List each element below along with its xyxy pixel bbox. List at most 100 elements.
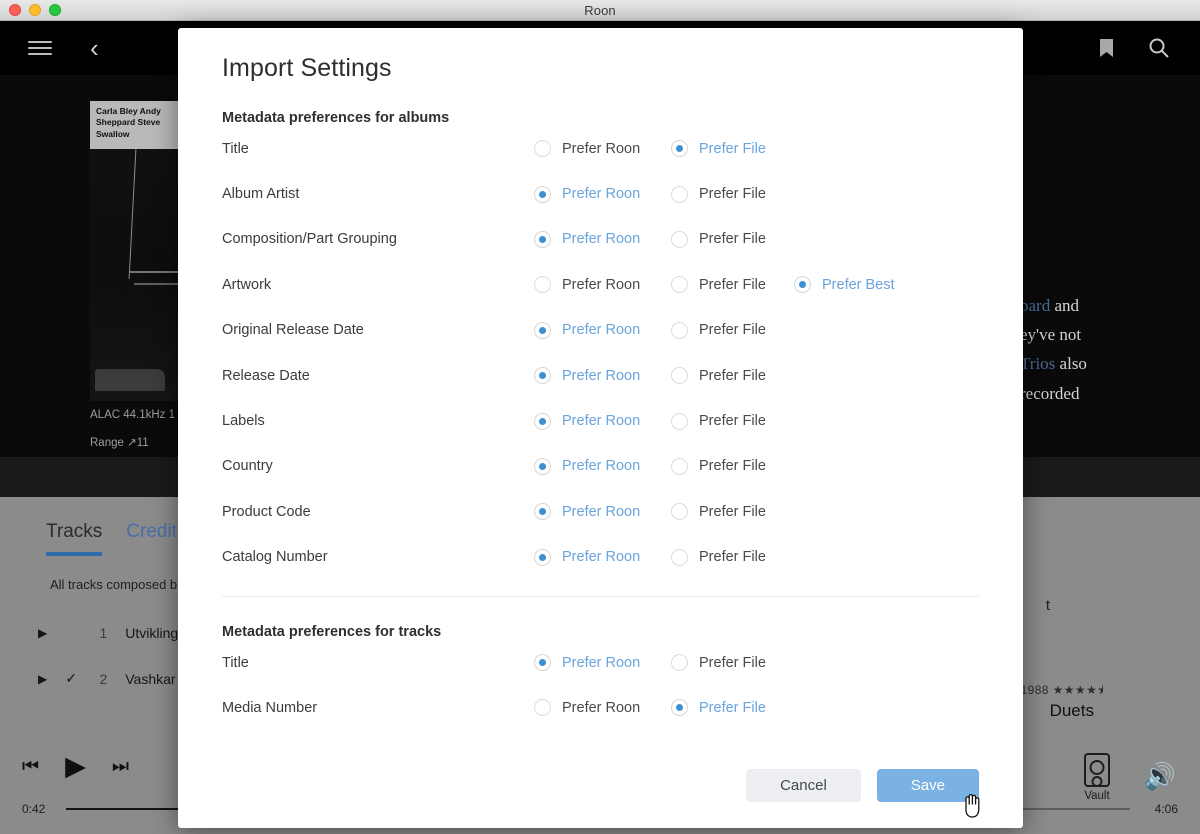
radio-option-label: Prefer File — [699, 367, 766, 384]
preference-label: Country — [222, 458, 273, 475]
radio-selected-icon[interactable] — [671, 699, 688, 717]
radio-unselected-icon[interactable] — [671, 412, 688, 430]
preference-row: Original Release Date Prefer Roon Prefer F… — [222, 308, 979, 353]
radio-unselected-icon[interactable] — [671, 230, 688, 248]
preference-row: Catalog Number Prefer Roon Prefer File — [222, 535, 979, 580]
preference-choices: Prefer Roon Prefer File — [534, 699, 794, 717]
radio-unselected-icon[interactable] — [671, 321, 688, 339]
radio-selected-icon[interactable] — [534, 457, 551, 475]
radio-option[interactable]: Prefer Roon — [534, 321, 671, 339]
radio-option[interactable]: Prefer File — [671, 321, 794, 339]
preference-label: Product Code — [222, 503, 311, 520]
radio-option[interactable]: Prefer File — [671, 367, 794, 385]
radio-unselected-icon[interactable] — [534, 276, 551, 294]
radio-selected-icon[interactable] — [534, 548, 551, 566]
preference-choices: Prefer Roon Prefer File — [534, 140, 794, 158]
radio-option[interactable]: Prefer Roon — [534, 457, 671, 475]
radio-option[interactable]: Prefer Roon — [534, 140, 671, 158]
radio-unselected-icon[interactable] — [671, 548, 688, 566]
radio-option-label: Prefer Roon — [562, 231, 641, 248]
dialog-footer: Cancel Save — [178, 769, 1023, 828]
radio-selected-icon[interactable] — [534, 412, 551, 430]
radio-option[interactable]: Prefer File — [671, 412, 794, 430]
radio-option[interactable]: Prefer File — [671, 230, 794, 248]
preference-label: Title — [222, 654, 249, 671]
radio-selected-icon[interactable] — [534, 654, 551, 672]
save-button[interactable]: Save — [876, 769, 979, 802]
preference-row: Country Prefer Roon Prefer File — [222, 444, 979, 489]
radio-selected-icon[interactable] — [534, 321, 551, 339]
radio-unselected-icon[interactable] — [534, 699, 551, 717]
cancel-button[interactable]: Cancel — [746, 769, 861, 802]
radio-option[interactable]: Prefer Roon — [534, 185, 671, 203]
radio-option[interactable]: Prefer Roon — [534, 412, 671, 430]
radio-option[interactable]: Prefer Roon — [534, 230, 671, 248]
radio-unselected-icon[interactable] — [671, 457, 688, 475]
radio-selected-icon[interactable] — [534, 230, 551, 248]
preference-label: Media Number — [222, 699, 318, 716]
radio-option[interactable]: Prefer Roon — [534, 654, 671, 672]
radio-option-label: Prefer File — [699, 458, 766, 475]
radio-option[interactable]: Prefer File — [671, 699, 794, 717]
preference-label: Artwork — [222, 276, 272, 293]
preference-label: Title — [222, 140, 249, 157]
preference-choices: Prefer Roon Prefer File Prefer Best — [534, 276, 917, 294]
preference-choices: Prefer Roon Prefer File — [534, 654, 794, 672]
app-window: Roon ‹ Carla Bley Andy Sheppard Steve Sw… — [0, 0, 1200, 834]
preference-row: Release Date Prefer Roon Prefer File — [222, 353, 979, 398]
tracks-section-title: Metadata preferences for tracks — [222, 623, 442, 640]
preference-row: Composition/Part Grouping Prefer Roon Pref… — [222, 217, 979, 262]
radio-option[interactable]: Prefer Roon — [534, 367, 671, 385]
radio-option-label: Prefer Roon — [562, 413, 641, 430]
radio-option-label: Prefer Roon — [562, 140, 641, 157]
radio-option-label: Prefer Best — [822, 276, 895, 293]
radio-unselected-icon[interactable] — [671, 503, 688, 521]
radio-option[interactable]: Prefer File — [671, 276, 794, 294]
radio-selected-icon[interactable] — [534, 185, 551, 203]
radio-option-label: Prefer File — [699, 322, 766, 339]
track-preferences-list: Title Prefer Roon Prefer File Media Number P… — [222, 640, 979, 731]
preference-choices: Prefer Roon Prefer File — [534, 230, 794, 248]
radio-option-label: Prefer File — [699, 654, 766, 671]
radio-option[interactable]: Prefer File — [671, 548, 794, 566]
preference-choices: Prefer Roon Prefer File — [534, 548, 794, 566]
preference-row: Album Artist Prefer Roon Prefer File — [222, 171, 979, 216]
preference-label: Original Release Date — [222, 322, 364, 339]
radio-selected-icon[interactable] — [671, 140, 688, 158]
radio-option[interactable]: Prefer Roon — [534, 276, 671, 294]
preference-label: Release Date — [222, 367, 310, 384]
radio-option[interactable]: Prefer Roon — [534, 699, 671, 717]
page-title: Import Settings — [222, 54, 392, 82]
radio-option[interactable]: Prefer Roon — [534, 548, 671, 566]
radio-option[interactable]: Prefer File — [671, 457, 794, 475]
radio-option-label: Prefer Roon — [562, 367, 641, 384]
dialog-body: Import Settings Metadata preferences for… — [178, 28, 1023, 769]
radio-option-label: Prefer Roon — [562, 186, 641, 203]
radio-selected-icon[interactable] — [534, 367, 551, 385]
radio-selected-icon[interactable] — [794, 276, 811, 294]
radio-unselected-icon[interactable] — [671, 367, 688, 385]
preference-label: Labels — [222, 413, 265, 430]
radio-unselected-icon[interactable] — [534, 140, 551, 158]
preference-choices: Prefer Roon Prefer File — [534, 457, 794, 475]
preference-row: Title Prefer Roon Prefer File — [222, 640, 979, 685]
radio-option[interactable]: Prefer Roon — [534, 503, 671, 521]
radio-option-label: Prefer Roon — [562, 458, 641, 475]
preference-choices: Prefer Roon Prefer File — [534, 412, 794, 430]
radio-option[interactable]: Prefer File — [671, 654, 794, 672]
radio-option-label: Prefer Roon — [562, 322, 641, 339]
preference-label: Album Artist — [222, 186, 300, 203]
preference-label: Catalog Number — [222, 549, 328, 566]
preference-choices: Prefer Roon Prefer File — [534, 185, 794, 203]
radio-option-label: Prefer File — [699, 140, 766, 157]
preference-choices: Prefer Roon Prefer File — [534, 321, 794, 339]
radio-selected-icon[interactable] — [534, 503, 551, 521]
radio-option[interactable]: Prefer File — [671, 140, 794, 158]
radio-option[interactable]: Prefer File — [671, 503, 794, 521]
preference-row: Artwork Prefer Roon Prefer File Prefer Best — [222, 262, 979, 307]
radio-unselected-icon[interactable] — [671, 654, 688, 672]
radio-unselected-icon[interactable] — [671, 276, 688, 294]
radio-option[interactable]: Prefer Best — [794, 276, 917, 294]
radio-option[interactable]: Prefer File — [671, 185, 794, 203]
radio-unselected-icon[interactable] — [671, 185, 688, 203]
